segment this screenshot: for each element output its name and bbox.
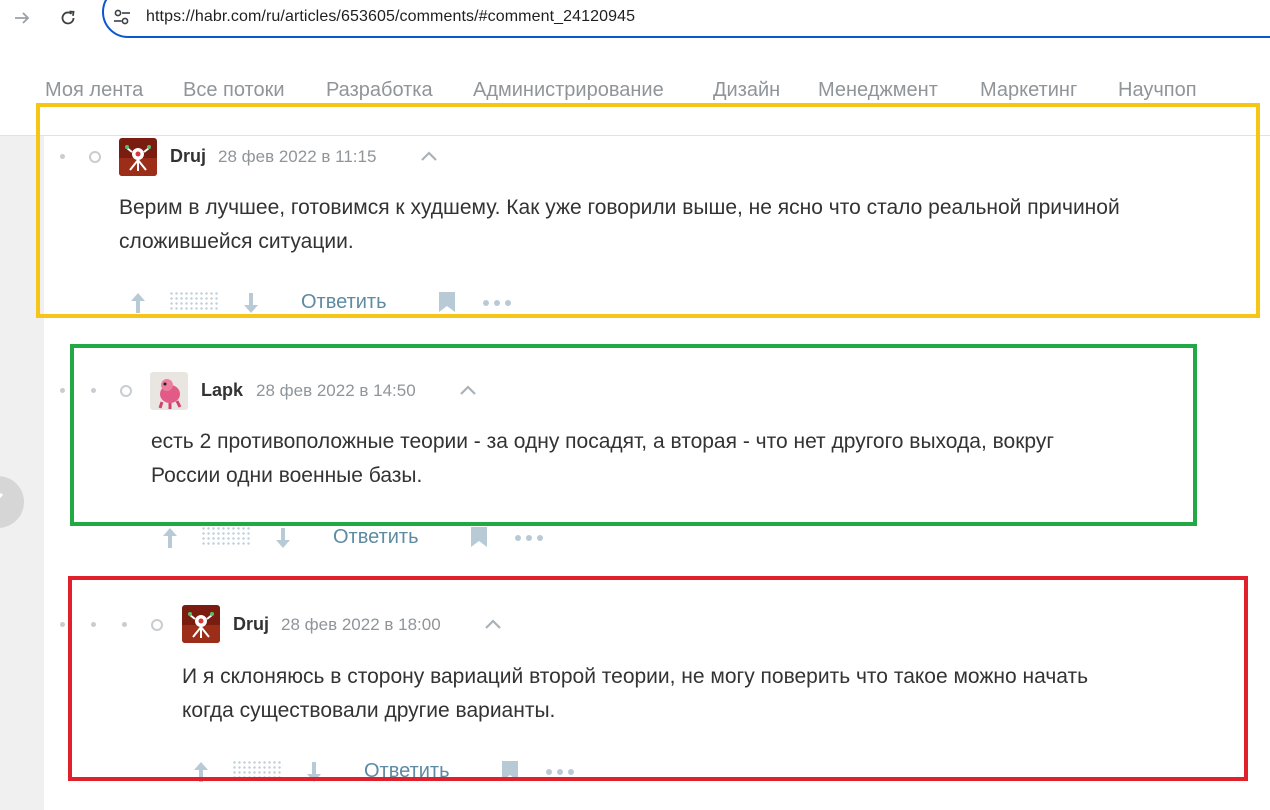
flow-administration[interactable]: Администрирование: [473, 79, 664, 102]
thread-dot: [60, 622, 65, 627]
flow-all-streams[interactable]: Все потоки: [183, 79, 285, 102]
flow-marketing[interactable]: Маркетинг: [980, 79, 1077, 102]
chevron-up-icon: [0, 492, 4, 499]
arrow-down-icon[interactable]: [273, 526, 293, 550]
flow-management[interactable]: Менеджмент: [818, 79, 938, 102]
forward-button[interactable]: [8, 4, 36, 32]
url-text[interactable]: https://habr.com/ru/articles/653605/comm…: [146, 8, 635, 26]
highlight-frame-yellow: [36, 103, 1260, 318]
vote-score: [201, 526, 251, 546]
flow-my-feed[interactable]: Моя лента: [45, 79, 143, 102]
reply-button[interactable]: Ответить: [333, 526, 419, 549]
highlight-frame-red: [68, 576, 1248, 781]
reload-icon: [61, 10, 75, 25]
bookmark-icon[interactable]: [470, 526, 488, 548]
flow-development[interactable]: Разработка: [326, 79, 433, 102]
browser-toolbar: https://habr.com/ru/articles/653605/comm…: [0, 0, 1270, 47]
site-info-button[interactable]: [113, 8, 131, 31]
arrow-up-icon[interactable]: [160, 526, 180, 550]
flow-design[interactable]: Дизайн: [713, 79, 780, 102]
reload-button[interactable]: [54, 4, 82, 32]
arrow-right-icon: [15, 12, 30, 24]
tune-icon: [114, 9, 130, 25]
highlight-frame-green: [70, 344, 1197, 526]
thread-dot: [60, 388, 65, 393]
more-dots-icon[interactable]: [514, 534, 544, 542]
flow-popsci[interactable]: Научпоп: [1118, 79, 1197, 102]
